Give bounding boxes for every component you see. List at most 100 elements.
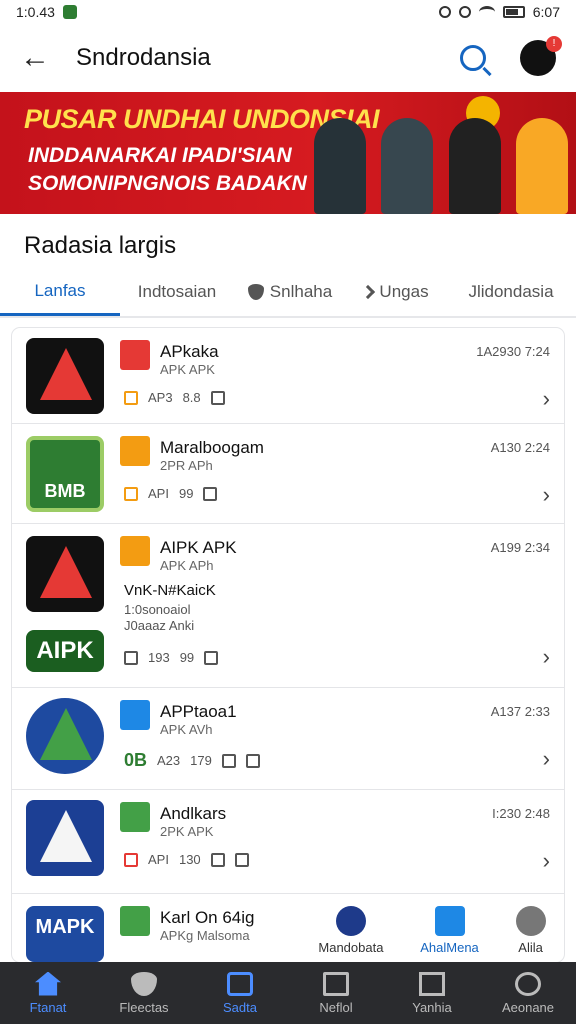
app-meta: API 130: [124, 852, 249, 867]
chevron-right-icon[interactable]: ›: [543, 848, 550, 874]
list-item[interactable]: APPtaoa1 APK AVh A137 2:33 0B A23 179 ›: [12, 688, 564, 790]
share-arrow-icon: [361, 284, 376, 300]
bag-icon: [234, 852, 249, 867]
location-icon: [515, 905, 546, 936]
nav-label: Aeonane: [501, 999, 555, 1015]
calendar-icon: [221, 753, 236, 768]
app-logo-image: MAPK: [26, 906, 104, 962]
nav-item-sadta[interactable]: Sadta: [192, 971, 288, 1015]
app-time: I:230 2:48: [492, 806, 550, 821]
chevron-right-icon[interactable]: ›: [543, 482, 550, 508]
app-time: A199 2:34: [490, 540, 550, 555]
meta-value: A23: [157, 753, 181, 768]
chevron-right-icon[interactable]: ›: [543, 746, 550, 772]
quick-action-alila[interactable]: Alila: [515, 905, 546, 955]
tab-indtosaian[interactable]: Indtosaian: [120, 268, 234, 316]
tab-label: Lanfas: [34, 280, 86, 300]
search-icon[interactable]: [460, 45, 486, 71]
person-figure: [448, 118, 501, 214]
app-name: Andlkars: [160, 804, 227, 823]
nav-item-yanhia[interactable]: Yanhia: [384, 971, 480, 1015]
app-name: APkaka: [160, 342, 219, 361]
vibrate-icon: [458, 6, 471, 18]
app-category-icon: [120, 906, 150, 936]
document-icon: [323, 971, 349, 996]
app-subtitle: APK APh: [160, 558, 214, 573]
app-meta: 193 99: [124, 650, 219, 665]
tab-ungas[interactable]: Ungas: [346, 268, 446, 316]
app-bar: ← Sndrodansia !: [0, 24, 576, 92]
tab-lanfas[interactable]: Lanfas: [0, 268, 120, 316]
meta-value: API: [148, 486, 169, 501]
app-time: A130 2:24: [490, 440, 550, 455]
package-icon: [124, 486, 138, 501]
bag-icon: [204, 650, 219, 665]
app-subtitle: APK AVh: [160, 722, 213, 737]
status-time: 1:0.43: [16, 4, 55, 20]
nav-item-neflol[interactable]: Neflol: [288, 971, 384, 1015]
quick-action-label: Alila: [518, 939, 543, 955]
alarm-icon: [438, 6, 451, 18]
status-left: 1:0.43: [16, 4, 77, 20]
nav-item-fleectas[interactable]: Fleectas: [96, 971, 192, 1015]
quick-action-mandobata[interactable]: Mandobata: [318, 905, 384, 955]
meta-value: 193: [148, 650, 170, 665]
app-category-icon: [120, 802, 150, 832]
app-time: A137 2:33: [490, 704, 550, 719]
app-logo-image: [26, 698, 104, 774]
home-icon: [35, 971, 61, 996]
shield-icon: [131, 971, 157, 996]
app-logo-label: MAPK: [35, 916, 95, 938]
wifi-icon: [478, 6, 495, 18]
back-arrow-icon[interactable]: ←: [20, 43, 56, 73]
nav-item-aeonane[interactable]: Aeonane: [480, 971, 576, 1015]
tab-label: Jlidondasia: [468, 282, 554, 301]
app-subtitle: APK APK: [160, 362, 215, 377]
person-figure: [516, 118, 569, 214]
bottom-nav: Ftanat Fleectas Sadta Neflol Yanhia Aeon…: [0, 962, 576, 1024]
status-right-time: 6:07: [532, 4, 560, 20]
compass-icon: [335, 905, 366, 936]
banner-people-image: [306, 92, 576, 214]
search-card-icon: [434, 905, 465, 936]
app-description: 1:0sonoaiol: [124, 602, 191, 617]
nav-item-ftanat[interactable]: Ftanat: [0, 971, 96, 1015]
list-item[interactable]: AIPK AIPK APK APK APh A199 2:34 VnK-N#Ka…: [12, 524, 564, 688]
status-bar: 1:0.43 6:07: [0, 0, 576, 24]
calendar-icon: [210, 852, 225, 867]
square-icon: [124, 650, 138, 665]
nav-label: Ftanat: [29, 999, 67, 1015]
nav-label: Yanhia: [412, 999, 452, 1015]
bag-icon: [245, 753, 260, 768]
list-item[interactable]: APkaka APK APK 1A2930 7:24 AP3 8.8 ›: [12, 328, 564, 424]
tab-snlhaha[interactable]: Snlhaha: [234, 268, 346, 316]
page-title: Sndrodansia: [76, 44, 211, 71]
app-name: Maralboogam: [160, 438, 264, 457]
quick-actions: Mandobata AhalMena Alila: [300, 900, 564, 960]
chevron-right-icon[interactable]: ›: [543, 386, 550, 412]
tab-bar: Lanfas Indtosaian Snlhaha Ungas Jlidonda…: [0, 268, 576, 318]
nav-label: Sadta: [223, 999, 257, 1015]
package-icon: [124, 390, 138, 405]
app-logo-image: BMB: [26, 436, 104, 512]
tab-jlidondasia[interactable]: Jlidondasia: [446, 268, 576, 316]
bag-icon: [210, 390, 225, 405]
app-subtitle: APKg Malsoma: [160, 928, 250, 943]
meta-value: 99: [179, 650, 195, 665]
app-logo-image: [26, 536, 104, 612]
list-item[interactable]: BMB Maralboogam 2PR APh A130 2:24 API 99…: [12, 424, 564, 524]
tab-label: Snlhaha: [269, 282, 333, 301]
app-logo-image: [26, 800, 104, 876]
quick-action-label: Mandobata: [318, 939, 384, 955]
quick-action-ahalmena[interactable]: AhalMena: [420, 905, 479, 955]
chevron-right-icon[interactable]: ›: [543, 644, 550, 670]
app-meta: API 99: [124, 486, 218, 501]
app-time: 1A2930 7:24: [476, 344, 550, 359]
image-icon: [419, 971, 445, 996]
avatar[interactable]: !: [520, 36, 562, 76]
battery-icon: [502, 6, 525, 18]
status-right: 6:07: [438, 4, 560, 20]
list-item[interactable]: Andlkars 2PK APK I:230 2:48 API 130 ›: [12, 790, 564, 894]
app-category-icon: [120, 436, 150, 466]
promo-banner[interactable]: PUSAR UNDHAI UNDONSIAI INDDANARKAI IPADI…: [0, 92, 576, 214]
